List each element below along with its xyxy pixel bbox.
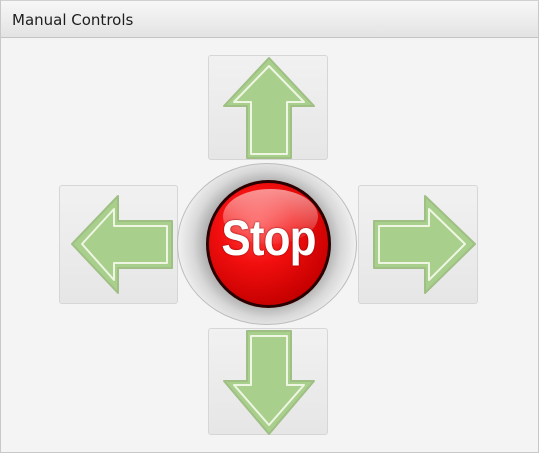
panel-header: Manual Controls — [1, 0, 538, 38]
arrow-up-icon — [223, 57, 315, 159]
stop-button-label: Stop — [221, 210, 316, 266]
move-up-button[interactable] — [208, 55, 328, 160]
arrow-right-icon — [373, 195, 476, 294]
stop-button[interactable]: Stop — [206, 180, 331, 308]
arrow-down-icon — [223, 330, 315, 435]
manual-controls-panel: Manual Controls Stop — [0, 0, 539, 453]
move-right-button[interactable] — [358, 185, 478, 304]
panel-title: Manual Controls — [12, 11, 134, 29]
arrow-left-icon — [71, 195, 173, 294]
move-down-button[interactable] — [208, 328, 328, 435]
move-left-button[interactable] — [59, 185, 178, 304]
